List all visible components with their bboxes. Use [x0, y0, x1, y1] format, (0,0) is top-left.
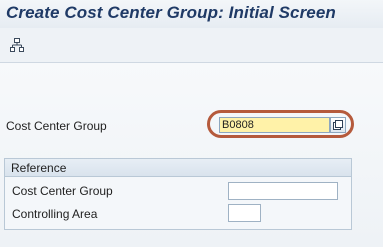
value-help-button[interactable] [330, 117, 346, 133]
reference-cost-center-group-label: Cost Center Group [12, 184, 113, 198]
controlling-area-input[interactable] [228, 204, 261, 222]
reference-cost-center-group-input[interactable] [228, 182, 338, 200]
cost-center-group-input[interactable] [219, 117, 330, 133]
reference-group: Reference Cost Center Group Controlling … [4, 158, 352, 230]
cost-center-group-label: Cost Center Group [6, 119, 107, 133]
controlling-area-label: Controlling Area [12, 207, 98, 221]
reference-title: Reference [11, 161, 67, 175]
toolbar [0, 28, 383, 63]
reference-group-header: Reference [5, 159, 351, 177]
page-title: Create Cost Center Group: Initial Screen [6, 3, 336, 22]
hierarchy-icon[interactable] [9, 37, 25, 53]
value-help-icon [333, 120, 343, 130]
title-bar: Create Cost Center Group: Initial Screen [0, 0, 383, 28]
